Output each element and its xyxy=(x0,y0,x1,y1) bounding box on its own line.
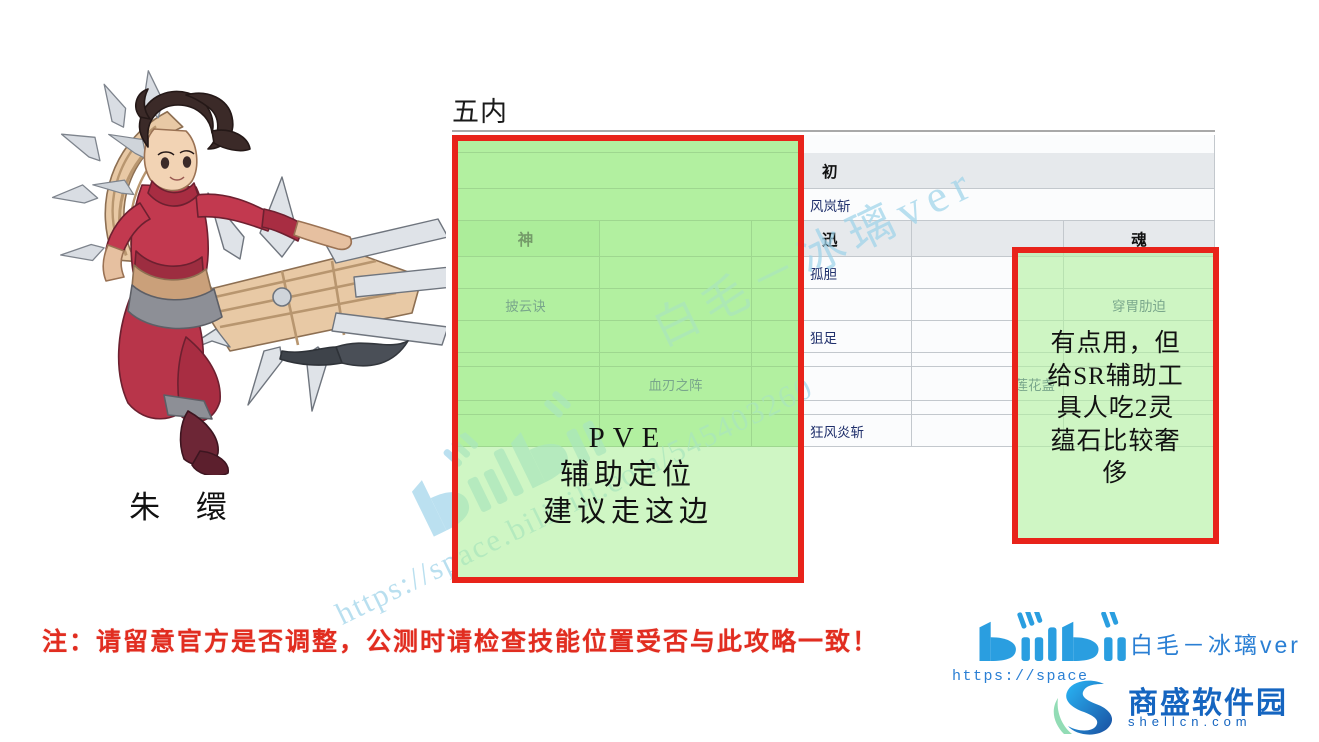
annotation-right-line5: 侈 xyxy=(1102,460,1129,487)
brand-author-name: 白毛－冰璃ver xyxy=(1130,632,1301,658)
table-cell xyxy=(600,289,752,321)
annotation-right-line1: 有点用，但 xyxy=(1050,330,1181,357)
table-cell xyxy=(600,221,752,257)
skill-pi-yun-jue: 披云诀 xyxy=(452,289,600,321)
table-cell xyxy=(804,289,912,321)
skill-kuang-feng-yan-zhan: 狂风炎斩 xyxy=(804,415,912,447)
table-row: 风岚斩 xyxy=(452,189,1215,221)
annotation-right-line2: 给SR辅助工 xyxy=(1047,362,1184,390)
table-cell xyxy=(752,289,804,321)
annotation-right-line3: 具人吃2灵 xyxy=(1056,395,1175,422)
table-row: 初 xyxy=(452,153,1215,189)
annotation-left-line1: PVE xyxy=(588,422,668,454)
annotation-right-line4: 蕴石比较奢 xyxy=(1050,427,1181,455)
table-row: 神 迅 魂 xyxy=(452,221,1215,257)
table-cell xyxy=(912,289,1064,321)
table-header-hun: 魂 xyxy=(1064,221,1215,257)
table-cell xyxy=(912,221,1064,257)
table-cell xyxy=(752,221,804,257)
section-title: 五内 xyxy=(452,97,508,127)
table-row xyxy=(452,135,1215,153)
skill-ju-zu: 狙足 xyxy=(804,321,912,353)
annotation-right: 有点用，但 给SR辅助工 具人吃2灵 蕴石比较奢 侈 xyxy=(1018,328,1213,491)
footer-warning: 注：请留意官方是否调整，公测时请检查技能位置受否与此攻略一致！ xyxy=(42,629,880,656)
skill-xue-ren-zhi-zhen: 血刃之阵 xyxy=(600,367,752,401)
table-header-xun: 迅 xyxy=(804,221,912,257)
table-cell xyxy=(804,401,912,415)
table-header-chu: 初 xyxy=(804,153,1215,189)
title-divider xyxy=(452,130,1215,132)
table-cell xyxy=(600,257,752,289)
table-cell xyxy=(752,401,804,415)
annotation-left-line2: 辅助定位 xyxy=(559,459,696,492)
table-cell xyxy=(1064,257,1215,289)
shellcn-url: shellcn.com xyxy=(1128,714,1252,729)
character-illustration xyxy=(36,55,473,477)
table-cell xyxy=(452,257,600,289)
table-cell xyxy=(600,321,752,353)
table-cell xyxy=(752,353,804,367)
table-row: 披云诀 穿胃肋迫 xyxy=(452,289,1215,321)
table-cell xyxy=(804,135,1215,153)
table-cell xyxy=(752,257,804,289)
table-cell xyxy=(600,401,752,415)
slide-canvas: 朱 缳 五内 初 风岚斩 神 迅 魂 孤胆 披云诀 穿胃肋迫 狙足 血刃之阵 莲… xyxy=(0,0,1319,742)
table-cell xyxy=(452,367,600,401)
table-cell xyxy=(600,353,752,367)
annotation-left-line3: 建议走这边 xyxy=(542,496,713,529)
table-cell xyxy=(752,367,804,401)
table-row: 孤胆 xyxy=(452,257,1215,289)
table-cell xyxy=(912,257,1064,289)
skill-feng-lan-zhan: 风岚斩 xyxy=(804,189,1215,221)
table-cell xyxy=(452,321,600,353)
table-cell xyxy=(452,189,804,221)
skill-chuan-wei-lei-po: 穿胃肋迫 xyxy=(1064,289,1215,321)
table-header-shen: 神 xyxy=(452,221,600,257)
character-name: 朱 缳 xyxy=(129,490,241,525)
table-cell xyxy=(752,321,804,353)
skill-gu-dan: 孤胆 xyxy=(804,257,912,289)
table-cell xyxy=(804,353,912,367)
table-cell xyxy=(804,367,912,401)
table-cell xyxy=(452,353,600,367)
table-cell xyxy=(452,401,600,415)
annotation-left: PVE 辅助定位 建议走这边 xyxy=(460,420,796,531)
table-cell xyxy=(452,135,804,153)
table-cell xyxy=(452,153,804,189)
